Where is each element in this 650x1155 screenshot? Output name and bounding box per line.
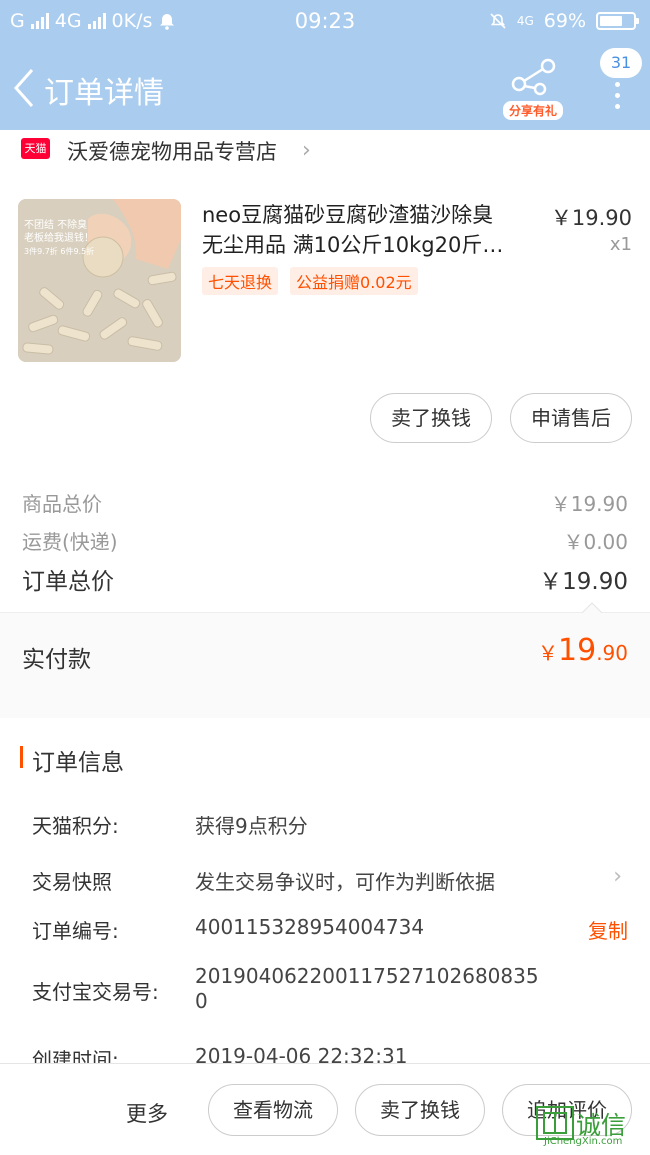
shipping-value: ￥0.00 bbox=[563, 530, 628, 554]
product-price: ￥19.90 bbox=[550, 206, 632, 230]
sell-for-cash-button[interactable]: 卖了换钱 bbox=[370, 393, 492, 443]
paid-decimal: .90 bbox=[596, 641, 628, 665]
header: G 4G 0K/s 09:23 4G 69% 订单详情 分享有礼 31 bbox=[0, 0, 650, 130]
watermark: 诚信 JiChengXin.com bbox=[534, 1104, 650, 1155]
chevron-right-icon: › bbox=[302, 138, 311, 163]
product-action-row: 卖了换钱 申请售后 bbox=[370, 393, 632, 443]
created-time-label: 创建时间: bbox=[32, 1048, 119, 1064]
paid-amount: ￥19.90 bbox=[538, 633, 628, 668]
goods-total-value: ￥19.90 bbox=[550, 492, 628, 516]
order-total-value: ￥19.90 bbox=[539, 569, 628, 595]
copy-button[interactable]: 复制 bbox=[588, 915, 628, 944]
message-count-badge: 31 bbox=[600, 48, 642, 78]
share-button[interactable]: 分享有礼 bbox=[500, 58, 566, 120]
product-tags: 七天退换 公益捐赠0.02元 bbox=[202, 267, 418, 295]
status-bar: G 4G 0K/s 09:23 4G 69% bbox=[0, 0, 650, 44]
order-total-label: 订单总价 bbox=[22, 569, 114, 595]
order-number-label: 订单编号: bbox=[32, 919, 119, 943]
chevron-right-icon: › bbox=[613, 864, 622, 889]
product-item[interactable]: 不团结 不除臭 老板给我退钱！ 3件9.7折 6件9.5折 neo豆腐猫砂豆腐砂… bbox=[0, 190, 650, 370]
points-value: 获得9点积分 bbox=[195, 814, 308, 838]
watermark-en: JiChengXin.com bbox=[544, 1136, 623, 1147]
tag-return: 七天退换 bbox=[202, 267, 279, 295]
more-button[interactable]: 更多 bbox=[126, 1098, 168, 1128]
order-info-title: 订单信息 bbox=[32, 750, 124, 776]
alipay-label: 支付宝交易号: bbox=[32, 980, 159, 1004]
paid-currency: ￥ bbox=[538, 641, 558, 665]
snapshot-value: 发生交易争议时，可作为判断依据 bbox=[195, 870, 495, 894]
page-title: 订单详情 bbox=[44, 76, 164, 111]
created-time-value: 2019-04-06 22:32:31 bbox=[195, 1044, 408, 1064]
chevron-left-icon bbox=[13, 69, 34, 107]
order-card: 天猫 沃爱德宠物用品专营店 › 不团结 不除臭 老板给我退钱！ 3件9.7折 6… bbox=[0, 130, 650, 718]
apply-after-sales-button[interactable]: 申请售后 bbox=[510, 393, 632, 443]
points-label: 天猫积分: bbox=[32, 814, 119, 838]
section-accent-bar bbox=[20, 746, 23, 768]
tmall-logo: 天猫 bbox=[21, 138, 50, 159]
view-logistics-button[interactable]: 查看物流 bbox=[208, 1084, 338, 1136]
share-icon bbox=[511, 58, 556, 96]
goods-total-label: 商品总价 bbox=[22, 492, 102, 516]
snapshot-label: 交易快照 bbox=[32, 870, 112, 894]
product-title: neo豆腐猫砂豆腐砂渣猫沙除臭 无尘用品 满10公斤10kg20斤… bbox=[202, 203, 504, 257]
tag-charity: 公益捐赠0.02元 bbox=[290, 267, 418, 295]
order-info-section: 订单信息 天猫积分: 获得9点积分 交易快照 发生交易争议时，可作为判断依据 ›… bbox=[0, 718, 650, 1064]
shipping-label: 运费(快递) bbox=[22, 530, 118, 554]
paid-label: 实付款 bbox=[22, 647, 91, 673]
network-right-label: 4G bbox=[516, 14, 534, 28]
status-right: 4G 69% bbox=[489, 10, 639, 32]
caret-up-icon bbox=[582, 602, 602, 613]
more-menu-button[interactable]: 31 bbox=[596, 48, 646, 110]
alipay-value: 20190406220011752710268083​5 0 bbox=[195, 964, 539, 1013]
sell-for-cash-bottom-button[interactable]: 卖了换钱 bbox=[355, 1084, 485, 1136]
shop-row[interactable]: 天猫 沃爱德宠物用品专营店 › bbox=[0, 130, 650, 170]
watermark-logo-icon bbox=[536, 1106, 574, 1140]
thumb-overlay-text: 不团结 不除臭 老板给我退钱！ 3件9.7折 6件9.5折 bbox=[24, 220, 95, 256]
share-label: 分享有礼 bbox=[502, 101, 563, 120]
alipay-row: 支付宝交易号: 20190406220011752710268083​5 0 bbox=[0, 964, 650, 1024]
product-quantity: x1 bbox=[609, 234, 632, 255]
paid-row: 实付款 ￥19.90 bbox=[0, 613, 650, 718]
goods-total-row: 商品总价 ￥19.90 bbox=[22, 488, 628, 517]
shop-name: 沃爱德宠物用品专营店 bbox=[67, 140, 277, 164]
back-button[interactable] bbox=[12, 66, 42, 110]
order-total-row: 订单总价 ￥19.90 bbox=[22, 562, 628, 596]
more-dots-icon bbox=[615, 82, 621, 115]
product-thumbnail: 不团结 不除臭 老板给我退钱！ 3件9.7折 6件9.5折 bbox=[18, 199, 181, 362]
mute-icon bbox=[490, 13, 506, 29]
shipping-row: 运费(快递) ￥0.00 bbox=[22, 526, 628, 555]
battery-icon bbox=[596, 12, 639, 30]
battery-percent: 69% bbox=[543, 10, 586, 32]
order-number-value: 400115328954004734 bbox=[195, 915, 425, 939]
paid-integer: 19 bbox=[558, 633, 597, 668]
